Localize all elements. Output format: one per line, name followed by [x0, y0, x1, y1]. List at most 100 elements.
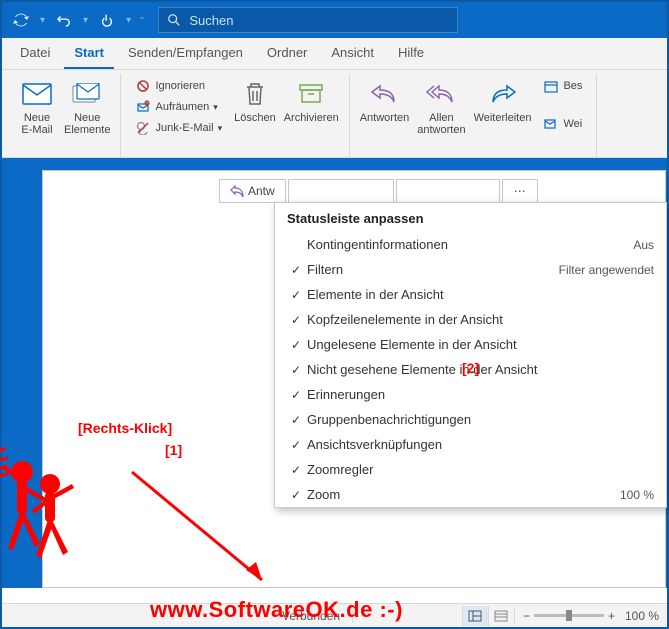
- pane-forward-button[interactable]: [396, 179, 500, 203]
- context-item-label: Gruppenbenachrichtigungen: [307, 412, 646, 427]
- cleanup-icon: [135, 99, 151, 115]
- statusbar[interactable]: Verbunden − + 100 %: [2, 603, 667, 627]
- ignore-label: Ignorieren: [155, 80, 205, 92]
- more-label: Wei: [563, 118, 582, 130]
- delete-label: Löschen: [234, 112, 276, 124]
- reply-label: Antworten: [360, 112, 410, 124]
- archive-button[interactable]: Archivieren: [280, 76, 343, 155]
- check-icon: ✓: [285, 338, 307, 352]
- context-item-label: Zoomregler: [307, 462, 646, 477]
- context-item-7[interactable]: ✓Gruppenbenachrichtigungen: [275, 407, 666, 432]
- zoom-control[interactable]: − + 100 %: [514, 609, 667, 623]
- context-item-label: Elemente in der Ansicht: [307, 287, 646, 302]
- search-input[interactable]: [189, 13, 449, 28]
- meeting-label: Bes: [563, 80, 582, 92]
- pane-reply-label: Antw: [248, 184, 275, 198]
- check-icon: ✓: [285, 488, 307, 502]
- dropdown-icon[interactable]: ▾: [124, 15, 133, 26]
- zoom-out-button[interactable]: −: [523, 609, 530, 623]
- archive-label: Archivieren: [284, 112, 339, 124]
- more-icon: [543, 116, 559, 132]
- pane-more-button[interactable]: ⋯: [502, 179, 538, 203]
- chevron-down-icon: ▾: [213, 102, 218, 113]
- chevron-down-icon: ▾: [218, 123, 223, 134]
- zoom-in-button[interactable]: +: [608, 609, 615, 623]
- check-icon: ✓: [285, 363, 307, 377]
- tab-sendreceive[interactable]: Senden/Empfangen: [118, 39, 253, 69]
- new-email-button[interactable]: Neue E-Mail: [14, 76, 60, 155]
- reply-button[interactable]: Antworten: [356, 76, 414, 155]
- more-respond-button[interactable]: Wei: [539, 114, 586, 134]
- status-connected: Verbunden: [270, 609, 353, 623]
- reply-icon: [230, 185, 244, 197]
- reply-all-button[interactable]: Allen antworten: [413, 76, 469, 155]
- context-item-0[interactable]: KontingentinformationenAus: [275, 232, 666, 257]
- cleanup-label: Aufräumen: [155, 101, 209, 113]
- context-item-10[interactable]: ✓Zoom100 %: [275, 482, 666, 507]
- ribbon: Neue E-Mail Neue Elemente Ignorieren Auf…: [2, 70, 667, 158]
- delete-button[interactable]: Löschen: [230, 76, 280, 155]
- context-item-3[interactable]: ✓Kopfzeilenelemente in der Ansicht: [275, 307, 666, 332]
- new-items-button[interactable]: Neue Elemente: [60, 76, 114, 155]
- junk-button[interactable]: Junk-E-Mail ▾: [131, 118, 226, 138]
- context-item-label: Ansichtsverknüpfungen: [307, 437, 646, 452]
- sendreceive-icon[interactable]: [8, 7, 34, 33]
- pane-replyall-button[interactable]: [288, 179, 394, 203]
- context-item-value: 100 %: [612, 488, 654, 502]
- new-items-icon: [71, 78, 103, 110]
- qat-more-icon[interactable]: ⁼: [137, 15, 146, 26]
- context-item-value: Filter angewendet: [551, 263, 654, 277]
- undo-icon[interactable]: [51, 7, 77, 33]
- context-item-2[interactable]: ✓Elemente in der Ansicht: [275, 282, 666, 307]
- forward-label: Weiterleiten: [474, 112, 532, 124]
- zoom-slider[interactable]: [534, 614, 604, 617]
- context-item-label: Kopfzeilenelemente in der Ansicht: [307, 312, 646, 327]
- search-icon: [167, 13, 181, 27]
- archive-icon: [295, 78, 327, 110]
- reply-icon: [368, 78, 400, 110]
- reply-all-icon: [425, 78, 457, 110]
- junk-icon: [135, 120, 151, 136]
- meeting-button[interactable]: Bes: [539, 76, 586, 96]
- check-icon: ✓: [285, 413, 307, 427]
- context-menu-title: Statusleiste anpassen: [275, 203, 666, 232]
- context-item-4[interactable]: ✓Ungelesene Elemente in der Ansicht: [275, 332, 666, 357]
- check-icon: ✓: [285, 263, 307, 277]
- context-item-label: Zoom: [307, 487, 612, 502]
- forward-button[interactable]: Weiterleiten: [470, 76, 536, 155]
- junk-label: Junk-E-Mail: [155, 122, 213, 134]
- tab-folder[interactable]: Ordner: [257, 39, 317, 69]
- check-icon: ✓: [285, 463, 307, 477]
- new-items-label: Neue Elemente: [64, 112, 110, 136]
- search-box[interactable]: [158, 7, 458, 33]
- context-item-8[interactable]: ✓Ansichtsverknüpfungen: [275, 432, 666, 457]
- check-icon: ✓: [285, 388, 307, 402]
- pane-reply-button[interactable]: Antw: [219, 179, 286, 203]
- tab-start[interactable]: Start: [64, 39, 114, 69]
- mail-icon: [21, 78, 53, 110]
- touch-mouse-icon[interactable]: [94, 7, 120, 33]
- context-item-6[interactable]: ✓Erinnerungen: [275, 382, 666, 407]
- cleanup-button[interactable]: Aufräumen ▾: [131, 97, 226, 117]
- check-icon: ✓: [285, 438, 307, 452]
- context-item-label: Erinnerungen: [307, 387, 646, 402]
- new-email-label: Neue E-Mail: [21, 112, 52, 136]
- trash-icon: [239, 78, 271, 110]
- quick-access-toolbar: ▾ ▾ ▾ ⁼: [8, 7, 146, 33]
- ribbon-tabs: Datei Start Senden/Empfangen Ordner Ansi…: [2, 38, 667, 70]
- view-normal-button[interactable]: [462, 606, 488, 626]
- ignore-button[interactable]: Ignorieren: [131, 76, 226, 96]
- tab-view[interactable]: Ansicht: [321, 39, 384, 69]
- tab-file[interactable]: Datei: [10, 39, 60, 69]
- reply-all-label: Allen antworten: [417, 112, 465, 136]
- tab-help[interactable]: Hilfe: [388, 39, 434, 69]
- dropdown-icon[interactable]: ▾: [81, 15, 90, 26]
- dropdown-icon[interactable]: ▾: [38, 15, 47, 26]
- context-item-1[interactable]: ✓FilternFilter angewendet: [275, 257, 666, 282]
- context-item-label: Kontingentinformationen: [307, 237, 625, 252]
- view-reading-button[interactable]: [488, 606, 514, 626]
- context-item-9[interactable]: ✓Zoomregler: [275, 457, 666, 482]
- check-icon: ✓: [285, 313, 307, 327]
- statusbar-context-menu: Statusleiste anpassen Kontingentinformat…: [274, 202, 667, 508]
- context-item-5[interactable]: ✓Nicht gesehene Elemente in der Ansicht: [275, 357, 666, 382]
